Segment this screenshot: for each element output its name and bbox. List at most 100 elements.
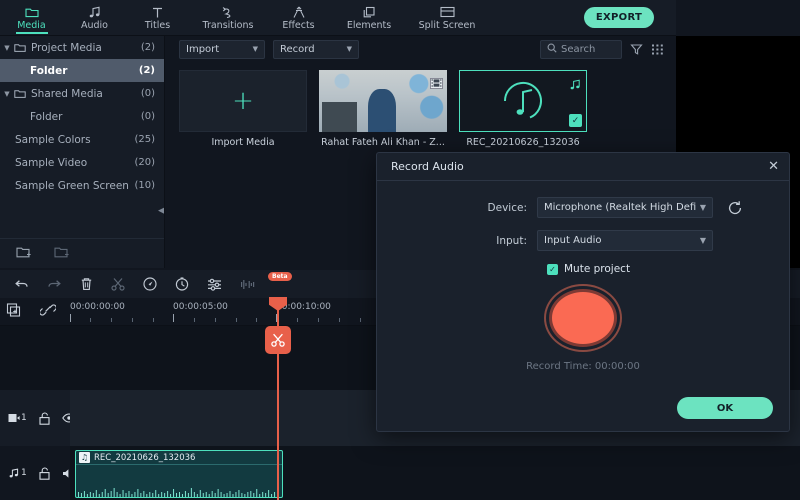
sidebar-item-sample-colors[interactable]: Sample Colors (25) bbox=[0, 128, 165, 151]
record-circle-icon[interactable] bbox=[549, 289, 617, 347]
record-time-label: Record Time: 00:00:00 bbox=[526, 361, 640, 372]
audio-thumb[interactable]: ✓ bbox=[459, 70, 587, 132]
sidebar-footer bbox=[0, 238, 165, 268]
media-item-audio-selected[interactable]: ✓ REC_20210626_132036 bbox=[459, 70, 587, 148]
audio-track-number: 1 bbox=[21, 468, 27, 478]
tab-effects[interactable]: Effects bbox=[267, 0, 330, 36]
tab-titles[interactable]: Titles bbox=[126, 0, 189, 36]
sidebar-label: Project Media bbox=[31, 41, 102, 54]
scissors-icon[interactable] bbox=[265, 326, 291, 354]
video-thumbnail-image bbox=[319, 70, 447, 132]
sidebar-count: (0) bbox=[140, 88, 155, 99]
search-input[interactable]: Search bbox=[540, 39, 622, 59]
add-folder-icon[interactable] bbox=[16, 244, 32, 263]
ruler-tick bbox=[297, 318, 298, 322]
import-media-thumb[interactable]: + bbox=[179, 70, 307, 132]
input-select[interactable]: Input Audio ▼ bbox=[537, 230, 713, 251]
ok-button[interactable]: OK bbox=[677, 397, 773, 419]
sidebar-label: Sample Video bbox=[15, 156, 88, 169]
mute-project-label: Mute project bbox=[564, 263, 631, 275]
delete-trash-icon[interactable] bbox=[80, 277, 93, 291]
split-scissors-icon[interactable] bbox=[111, 277, 125, 291]
import-dropdown[interactable]: Import ▼ bbox=[179, 39, 265, 59]
tab-effects-label: Effects bbox=[282, 20, 315, 31]
dialog-body: Device: Microphone (Realtek High Defini … bbox=[377, 181, 789, 372]
video-thumb[interactable] bbox=[319, 70, 447, 132]
audio-mixer-icon[interactable] bbox=[207, 278, 222, 291]
audio-track-body[interactable]: ♫ REC_20210626_132036 bbox=[70, 446, 800, 500]
sidebar-count: (10) bbox=[134, 180, 155, 191]
video-track-number: 1 bbox=[21, 413, 27, 423]
speed-gauge-icon[interactable] bbox=[143, 277, 157, 291]
audio-detach-icon[interactable] bbox=[240, 278, 256, 291]
media-item-video[interactable]: Rahat Fateh Ali Khan - Z... bbox=[319, 70, 447, 148]
chevron-down-icon[interactable]: ▼ bbox=[0, 44, 14, 52]
undo-icon[interactable] bbox=[14, 278, 29, 290]
music-note-icon bbox=[88, 5, 102, 19]
ruler-tick bbox=[339, 318, 340, 322]
unlock-icon[interactable] bbox=[39, 411, 50, 425]
close-x-icon[interactable]: ✕ bbox=[768, 160, 779, 173]
refresh-circular-arrow-icon[interactable] bbox=[727, 200, 743, 216]
magic-wand-icon bbox=[292, 5, 306, 19]
sidebar-item-project-media[interactable]: ▼ Project Media (2) bbox=[0, 36, 165, 59]
sidebar-label: Folder bbox=[30, 64, 68, 77]
record-audio-dialog: Record Audio ✕ Device: Microphone (Realt… bbox=[376, 152, 790, 432]
tab-audio[interactable]: Audio bbox=[63, 0, 126, 36]
tab-elements[interactable]: Elements bbox=[330, 0, 408, 36]
import-label: Import bbox=[186, 43, 220, 55]
device-select[interactable]: Microphone (Realtek High Defini ▼ bbox=[537, 197, 713, 218]
sidebar-item-sample-video[interactable]: Sample Video (20) bbox=[0, 151, 165, 174]
filter-funnel-icon[interactable] bbox=[630, 43, 643, 56]
record-dropdown[interactable]: Record ▼ bbox=[273, 39, 359, 59]
folder-icon bbox=[14, 89, 30, 99]
playhead[interactable] bbox=[265, 297, 291, 500]
redo-icon[interactable] bbox=[47, 278, 62, 290]
ruler-tick bbox=[111, 318, 112, 322]
ruler-tick bbox=[360, 318, 361, 322]
folder-icon bbox=[24, 5, 39, 19]
audio-disc-icon bbox=[503, 81, 542, 119]
export-button[interactable]: EXPORT bbox=[584, 7, 654, 28]
tab-media[interactable]: Media bbox=[0, 0, 63, 36]
chevron-down-icon[interactable]: ▼ bbox=[0, 90, 14, 98]
mute-project-checkbox[interactable]: ✓ bbox=[547, 263, 558, 275]
tab-split-screen[interactable]: Split Screen bbox=[408, 0, 486, 36]
search-icon bbox=[547, 43, 557, 56]
freeze-frame-clock-icon[interactable] bbox=[175, 277, 189, 291]
tab-elements-label: Elements bbox=[346, 20, 392, 31]
audio-clip[interactable]: ♫ REC_20210626_132036 bbox=[75, 450, 283, 498]
sidebar-item-folder-shared[interactable]: Folder (0) bbox=[0, 105, 165, 128]
sidebar-item-folder-project[interactable]: Folder (2) bbox=[0, 59, 165, 82]
ruler-tick bbox=[215, 318, 216, 322]
tab-audio-label: Audio bbox=[80, 20, 108, 31]
sidebar-label: Folder bbox=[30, 110, 63, 123]
media-item-import[interactable]: + Import Media bbox=[179, 70, 307, 148]
sidebar-item-shared-media[interactable]: ▼ Shared Media (0) bbox=[0, 82, 165, 105]
audio-track-1: 1 ♫ REC_20210626_132036 bbox=[0, 446, 800, 500]
link-chain-icon[interactable] bbox=[39, 302, 57, 322]
ruler-tick bbox=[194, 318, 195, 322]
ruler-tick bbox=[236, 318, 237, 322]
tab-transitions[interactable]: Transitions bbox=[189, 0, 267, 36]
search-placeholder: Search bbox=[561, 43, 596, 55]
media-item-label: Rahat Fateh Ali Khan - Z... bbox=[321, 137, 445, 148]
audio-track-index: 1 bbox=[8, 468, 27, 478]
sidebar-item-sample-green-screen[interactable]: Sample Green Screen (10) bbox=[0, 174, 165, 197]
device-row: Device: Microphone (Realtek High Defini … bbox=[377, 197, 789, 218]
media-item-label: Import Media bbox=[211, 137, 275, 148]
unlock-icon[interactable] bbox=[39, 466, 50, 480]
mute-project-row: ✓ Mute project bbox=[377, 263, 789, 275]
timeline-head-buttons bbox=[6, 302, 57, 322]
add-track-icon[interactable] bbox=[6, 302, 22, 322]
media-item-label: REC_20210626_132036 bbox=[466, 137, 580, 148]
tab-titles-label: Titles bbox=[144, 20, 171, 31]
ruler-tick bbox=[90, 318, 91, 322]
split-screen-icon bbox=[439, 5, 455, 19]
remove-folder-icon[interactable] bbox=[54, 244, 70, 263]
transition-arrows-icon bbox=[221, 5, 235, 19]
layers-icon bbox=[362, 5, 376, 19]
grid-view-icon[interactable] bbox=[651, 43, 664, 56]
dialog-titlebar: Record Audio ✕ bbox=[377, 153, 789, 181]
media-toolbar: Import ▼ Record ▼ Search bbox=[165, 36, 676, 62]
